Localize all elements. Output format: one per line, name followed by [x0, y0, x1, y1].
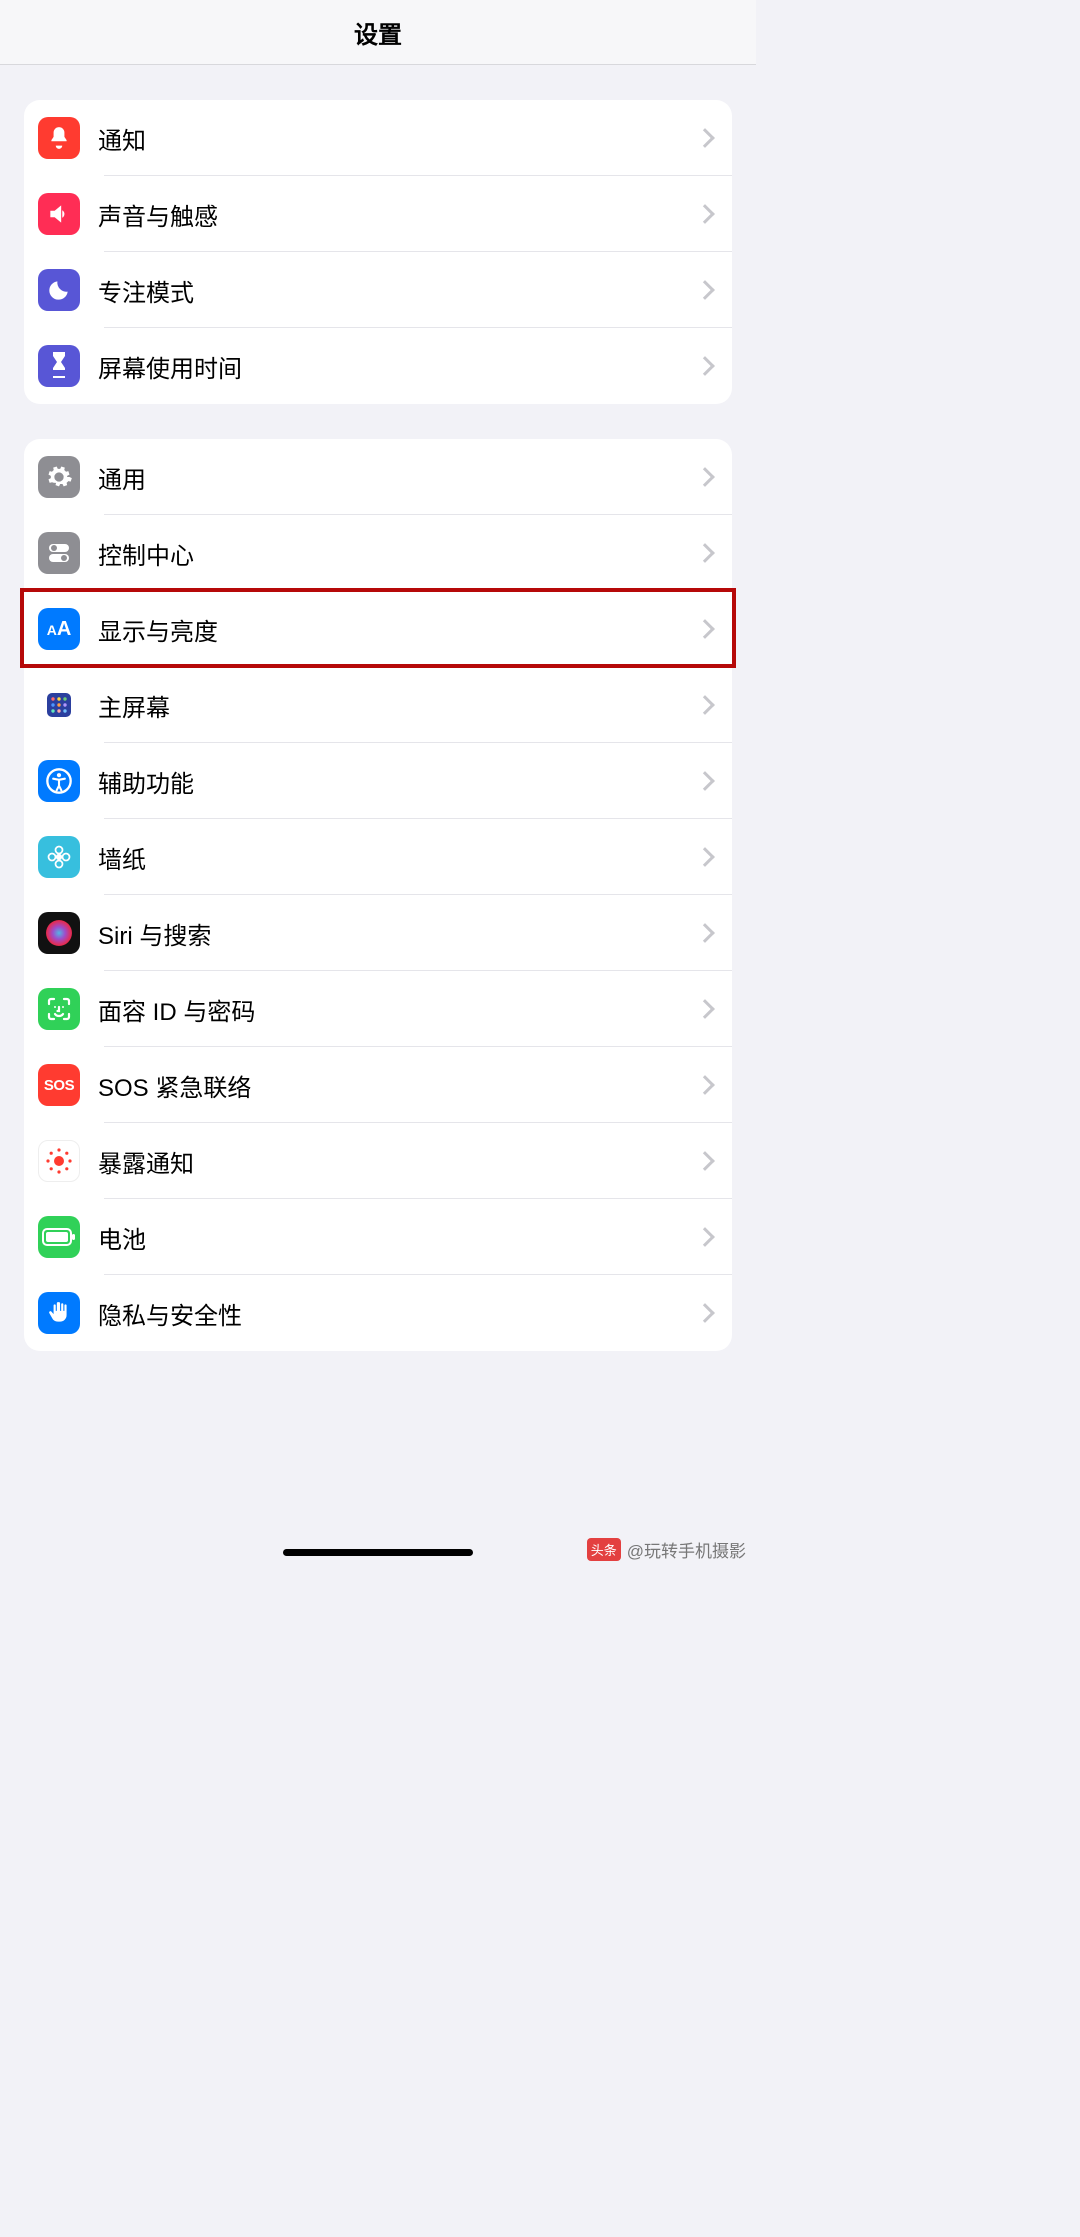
settings-row-screen-time[interactable]: 屏幕使用时间	[24, 328, 732, 404]
accessibility-icon	[38, 760, 80, 802]
settings-row-accessibility[interactable]: 辅助功能	[24, 743, 732, 819]
row-label: 通知	[98, 121, 698, 156]
chevron-right-icon	[695, 128, 715, 148]
row-label: 声音与触感	[98, 197, 698, 232]
bell-icon	[38, 117, 80, 159]
settings-row-faceid[interactable]: 面容 ID 与密码	[24, 971, 732, 1047]
chevron-right-icon	[695, 543, 715, 563]
row-label: 暴露通知	[98, 1144, 698, 1179]
row-label: 主屏幕	[98, 688, 698, 723]
watermark-badge: 头条	[587, 1538, 621, 1561]
chevron-right-icon	[695, 1151, 715, 1171]
settings-content: 通知声音与触感专注模式屏幕使用时间通用控制中心 AA 显示与亮度主屏幕辅助功能墙纸 S…	[0, 100, 756, 1401]
switches-icon	[38, 532, 80, 574]
row-label: Siri 与搜索	[98, 916, 698, 951]
watermark-text: @玩转手机摄影	[627, 1537, 746, 1562]
speaker-icon	[38, 193, 80, 235]
settings-row-sounds[interactable]: 声音与触感	[24, 176, 732, 252]
settings-row-battery[interactable]: 电池	[24, 1199, 732, 1275]
watermark: 头条 @玩转手机摄影	[587, 1537, 746, 1562]
gear-icon	[38, 456, 80, 498]
settings-row-focus[interactable]: 专注模式	[24, 252, 732, 328]
settings-row-control-center[interactable]: 控制中心	[24, 515, 732, 591]
chevron-right-icon	[695, 1075, 715, 1095]
row-label: 显示与亮度	[98, 612, 698, 647]
siri-icon	[38, 912, 80, 954]
row-label: 屏幕使用时间	[98, 349, 698, 384]
hand-icon	[38, 1292, 80, 1334]
settings-row-general[interactable]: 通用	[24, 439, 732, 515]
page-title: 设置	[354, 15, 402, 50]
exposure-icon	[38, 1140, 80, 1182]
sos-icon: SOS	[38, 1064, 80, 1106]
chevron-right-icon	[695, 695, 715, 715]
chevron-right-icon	[695, 356, 715, 376]
settings-row-privacy[interactable]: 隐私与安全性	[24, 1275, 732, 1351]
settings-row-wallpaper[interactable]: 墙纸	[24, 819, 732, 895]
settings-row-display[interactable]: AA 显示与亮度	[24, 591, 732, 667]
chevron-right-icon	[695, 771, 715, 791]
header: 设置	[0, 0, 756, 65]
row-label: 电池	[98, 1220, 698, 1255]
chevron-right-icon	[695, 204, 715, 224]
chevron-right-icon	[695, 999, 715, 1019]
row-label: 控制中心	[98, 536, 698, 571]
hourglass-icon	[38, 345, 80, 387]
row-label: 专注模式	[98, 273, 698, 308]
chevron-right-icon	[695, 1303, 715, 1323]
home-indicator[interactable]	[283, 1549, 473, 1556]
chevron-right-icon	[695, 923, 715, 943]
row-label: 墙纸	[98, 840, 698, 875]
settings-group: 通知声音与触感专注模式屏幕使用时间	[24, 100, 732, 404]
appgrid-icon	[38, 684, 80, 726]
chevron-right-icon	[695, 280, 715, 300]
settings-row-sos[interactable]: SOS SOS 紧急联络	[24, 1047, 732, 1123]
row-label: 隐私与安全性	[98, 1296, 698, 1331]
battery-icon	[38, 1216, 80, 1258]
row-label: 通用	[98, 460, 698, 495]
settings-row-exposure[interactable]: 暴露通知	[24, 1123, 732, 1199]
settings-row-home-screen[interactable]: 主屏幕	[24, 667, 732, 743]
chevron-right-icon	[695, 619, 715, 639]
textsize-icon: AA	[38, 608, 80, 650]
row-label: 辅助功能	[98, 764, 698, 799]
faceid-icon	[38, 988, 80, 1030]
chevron-right-icon	[695, 847, 715, 867]
row-label: 面容 ID 与密码	[98, 992, 698, 1027]
settings-row-notifications[interactable]: 通知	[24, 100, 732, 176]
chevron-right-icon	[695, 467, 715, 487]
moon-icon	[38, 269, 80, 311]
settings-row-siri[interactable]: Siri 与搜索	[24, 895, 732, 971]
chevron-right-icon	[695, 1227, 715, 1247]
flower-icon	[38, 836, 80, 878]
row-label: SOS 紧急联络	[98, 1068, 698, 1103]
settings-group: 通用控制中心 AA 显示与亮度主屏幕辅助功能墙纸 Siri 与搜索面容 ID 与密码 S…	[24, 439, 732, 1351]
